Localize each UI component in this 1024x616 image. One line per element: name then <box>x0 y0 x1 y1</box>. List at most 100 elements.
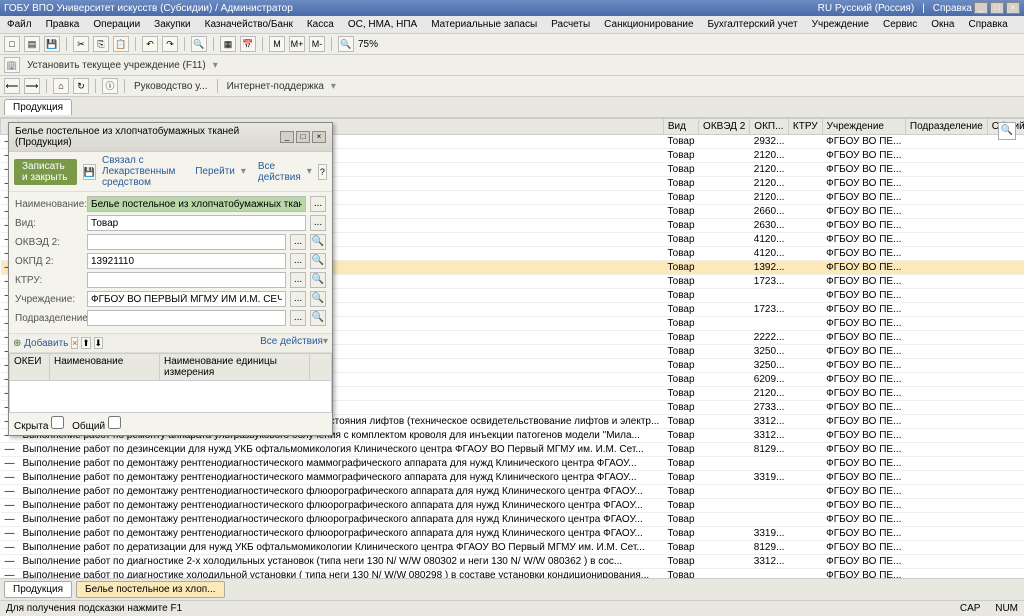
general-checkbox[interactable]: Общий <box>72 416 121 432</box>
menu-правка[interactable]: Правка <box>43 18 83 31</box>
dialog-close-button[interactable]: × <box>312 131 326 143</box>
lookup-icon[interactable]: 🔍 <box>310 310 326 326</box>
lookup-icon[interactable]: 🔍 <box>310 291 326 307</box>
menu-казначейство/банк[interactable]: Казначейство/Банк <box>202 18 296 31</box>
menu-материальные запасы[interactable]: Материальные запасы <box>428 18 540 31</box>
select-icon[interactable]: ... <box>290 234 306 250</box>
table-row[interactable]: —Выполнение работ по демонтажу рентгенод… <box>1 457 1024 471</box>
forward-icon[interactable]: ⟶ <box>24 78 40 94</box>
calc-icon[interactable]: ▦ <box>220 36 236 52</box>
menu-санкционирование[interactable]: Санкционирование <box>601 18 696 31</box>
col-header[interactable]: Учреждение <box>822 119 905 135</box>
table-row[interactable]: —Выполнение работ по дератизации для нуж… <box>1 541 1024 555</box>
dept-input[interactable] <box>87 310 286 326</box>
cut-icon[interactable]: ✂ <box>73 36 89 52</box>
add-button[interactable]: Добавить <box>24 338 68 349</box>
menu-ос, нма, нпа[interactable]: ОС, НМА, НПА <box>345 18 420 31</box>
open-icon[interactable]: ▤ <box>24 36 40 52</box>
select-icon[interactable]: ... <box>290 272 306 288</box>
all-actions-link[interactable]: Все действия <box>260 336 323 347</box>
help-link[interactable]: Справка <box>933 3 972 14</box>
menu-окна[interactable]: Окна <box>928 18 957 31</box>
units-grid[interactable]: ОКЕИНаименованиеНаименование единицы изм… <box>9 353 332 413</box>
vid-input[interactable] <box>87 215 306 231</box>
table-row[interactable]: —Выполнение работ по диагностике 2-х хол… <box>1 555 1024 569</box>
lookup-icon[interactable]: 🔍 <box>310 234 326 250</box>
okpd-input[interactable] <box>87 253 286 269</box>
up-icon[interactable]: ⬆ <box>81 337 91 349</box>
new-icon[interactable]: □ <box>4 36 20 52</box>
col-header[interactable]: Подразделение <box>905 119 987 135</box>
dialog-maximize-button[interactable]: □ <box>296 131 310 143</box>
all-actions-link[interactable]: Все действия <box>258 161 301 183</box>
calendar-icon[interactable]: 📅 <box>240 36 256 52</box>
maximize-button[interactable]: □ <box>990 2 1004 14</box>
add-icon[interactable]: ⊕ <box>13 338 21 349</box>
col-header[interactable]: Вид <box>663 119 698 135</box>
org-icon[interactable]: 🏢 <box>4 57 20 73</box>
m-button[interactable]: M <box>269 36 285 52</box>
undo-icon[interactable]: ↶ <box>142 36 158 52</box>
save-icon[interactable]: 💾 <box>83 164 96 180</box>
okved-input[interactable] <box>87 234 286 250</box>
menu-расчеты[interactable]: Расчеты <box>548 18 593 31</box>
paste-icon[interactable]: 📋 <box>113 36 129 52</box>
copy-icon[interactable]: ⎘ <box>93 36 109 52</box>
close-button[interactable]: × <box>1006 2 1020 14</box>
delete-icon[interactable]: × <box>71 337 78 349</box>
goto-link[interactable]: Перейти <box>195 166 235 177</box>
table-row[interactable]: —Выполнение работ по демонтажу рентгенод… <box>1 527 1024 541</box>
dialog-minimize-button[interactable]: _ <box>280 131 294 143</box>
col-header[interactable]: ОКВЭД 2 <box>699 119 750 135</box>
lookup-icon[interactable]: 🔍 <box>310 272 326 288</box>
m-plus-button[interactable]: M+ <box>289 36 305 52</box>
menu-справка[interactable]: Справка <box>965 18 1010 31</box>
ktru-input[interactable] <box>87 272 286 288</box>
save-icon[interactable]: 💾 <box>44 36 60 52</box>
menu-закупки[interactable]: Закупки <box>151 18 193 31</box>
home-icon[interactable]: ⌂ <box>53 78 69 94</box>
status-tab-item[interactable]: Белье постельное из хлоп... <box>76 581 225 598</box>
col-header[interactable]: КТРУ <box>788 119 822 135</box>
help-icon[interactable]: ? <box>318 164 327 180</box>
table-row[interactable]: —Выполнение работ по демонтажу рентгенод… <box>1 485 1024 499</box>
menu-касса[interactable]: Касса <box>304 18 337 31</box>
tab-products[interactable]: Продукция <box>4 99 72 115</box>
col-header[interactable]: ОКП... <box>750 119 789 135</box>
down-icon[interactable]: ⬇ <box>94 337 104 349</box>
find-icon[interactable]: 🔍 <box>191 36 207 52</box>
select-icon[interactable]: ... <box>290 291 306 307</box>
link-medication[interactable]: Связал с Лекарственным средством <box>102 155 189 188</box>
help-icon[interactable]: ⓘ <box>102 78 118 94</box>
save-and-close-button[interactable]: Записать и закрыть <box>14 159 77 185</box>
lang-indicator[interactable]: RU Русский (Россия) <box>818 3 915 14</box>
table-row[interactable]: —Выполнение работ по демонтажу рентгенод… <box>1 471 1024 485</box>
table-row[interactable]: —Выполнение работ по демонтажу рентгенод… <box>1 513 1024 527</box>
support-link[interactable]: Интернет-поддержка <box>224 80 327 93</box>
menu-сервис[interactable]: Сервис <box>880 18 920 31</box>
minimize-button[interactable]: _ <box>974 2 988 14</box>
back-icon[interactable]: ⟵ <box>4 78 20 94</box>
table-row[interactable]: —Выполнение работ по диагностике холодил… <box>1 569 1024 579</box>
menu-учреждение[interactable]: Учреждение <box>809 18 872 31</box>
zoom-value[interactable]: 75% <box>358 39 378 50</box>
inst-input[interactable] <box>87 291 286 307</box>
set-institution-button[interactable]: Установить текущее учреждение (F11) <box>24 59 209 72</box>
status-tab-products[interactable]: Продукция <box>4 581 72 598</box>
select-icon[interactable]: ... <box>290 253 306 269</box>
table-row[interactable]: —Выполнение работ по демонтажу рентгенод… <box>1 499 1024 513</box>
col-header[interactable]: Наименование <box>50 354 160 380</box>
select-icon[interactable]: ... <box>290 310 306 326</box>
expand-icon[interactable]: ... <box>310 196 326 212</box>
guide-link[interactable]: Руководство у... <box>131 80 211 93</box>
redo-icon[interactable]: ↷ <box>162 36 178 52</box>
menu-файл[interactable]: Файл <box>4 18 35 31</box>
col-header[interactable]: ОКЕИ <box>10 354 50 380</box>
zoom-out-icon[interactable]: 🔍 <box>338 36 354 52</box>
menu-бухгалтерский учет[interactable]: Бухгалтерский учет <box>705 18 801 31</box>
name-input[interactable] <box>87 196 306 212</box>
col-header[interactable]: Наименование единицы измерения <box>160 354 310 380</box>
refresh-icon[interactable]: ↻ <box>73 78 89 94</box>
m-minus-button[interactable]: M- <box>309 36 325 52</box>
search-button[interactable]: 🔍 <box>998 122 1016 140</box>
